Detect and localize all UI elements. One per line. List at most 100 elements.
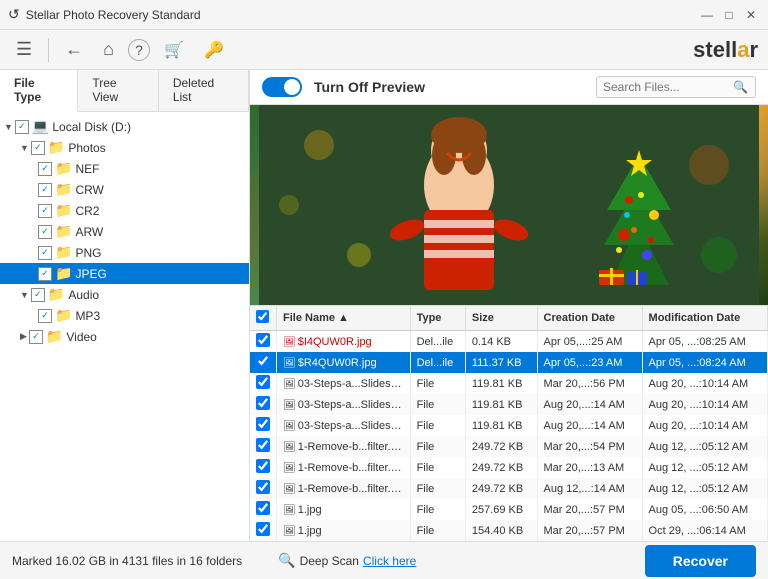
tree-item-crw[interactable]: 📁 CRW — [0, 179, 249, 200]
preview-toggle[interactable] — [262, 77, 302, 97]
row-checkbox[interactable] — [256, 396, 270, 410]
row-created: Aug 12,...:14 AM — [537, 478, 642, 499]
search-input[interactable] — [603, 80, 733, 94]
tree-item-photos[interactable]: ▼ 📁 Photos — [0, 137, 249, 158]
row-created: Aug 20,...:14 AM — [537, 415, 642, 436]
table-row[interactable]: 🖼1-Remove-b...filter.jpg File 249.72 KB … — [250, 436, 768, 457]
deep-scan-label: Deep Scan — [300, 554, 359, 568]
deep-scan-link[interactable]: Click here — [363, 554, 416, 568]
tree-checkbox[interactable] — [38, 267, 52, 281]
cart-button[interactable]: 🛒 — [158, 36, 190, 64]
row-filename: 🖼1.jpg — [277, 520, 411, 541]
row-checkbox[interactable] — [256, 438, 270, 452]
tree-item-cr2[interactable]: 📁 CR2 — [0, 200, 249, 221]
tree-item-label: JPEG — [75, 267, 106, 281]
row-checkbox-cell[interactable] — [250, 394, 277, 415]
close-button[interactable]: ✕ — [742, 6, 760, 24]
minimize-button[interactable]: — — [698, 6, 716, 24]
search-box[interactable]: 🔍 — [596, 76, 756, 98]
table-row[interactable]: 🖼$I4QUW0R.jpg Del...ile 0.14 KB Apr 05,.… — [250, 331, 768, 353]
tree-checkbox[interactable] — [38, 204, 52, 218]
tree-checkbox[interactable] — [15, 120, 29, 134]
table-row[interactable]: 🖼03-Steps-a...Slides.jpg File 119.81 KB … — [250, 394, 768, 415]
tree-checkbox[interactable] — [38, 162, 52, 176]
row-checkbox[interactable] — [256, 480, 270, 494]
file-icon: 🖼 — [283, 421, 296, 432]
tree-item-video[interactable]: ▶ 📁 Video — [0, 326, 249, 347]
row-checkbox-cell[interactable] — [250, 352, 277, 373]
status-text: Marked 16.02 GB in 4131 files in 16 fold… — [12, 554, 242, 568]
tree-checkbox[interactable] — [38, 246, 52, 260]
maximize-button[interactable]: □ — [720, 6, 738, 24]
tree-item-arw[interactable]: 📁 ARW — [0, 221, 249, 242]
row-filename: 🖼03-Steps-a...Slides.jpg — [277, 373, 411, 394]
tree-item-nef[interactable]: 📁 NEF — [0, 158, 249, 179]
tree-checkbox[interactable] — [38, 309, 52, 323]
help-button[interactable]: ? — [128, 39, 150, 61]
row-checkbox[interactable] — [256, 417, 270, 431]
tree-item-mp3[interactable]: 📁 MP3 — [0, 305, 249, 326]
row-checkbox-cell[interactable] — [250, 436, 277, 457]
table-row[interactable]: 🖼03-Steps-a...Slides.jpg File 119.81 KB … — [250, 415, 768, 436]
row-checkbox-cell[interactable] — [250, 373, 277, 394]
back-button[interactable]: ← — [59, 35, 89, 64]
folder-icon: 📁 — [55, 160, 72, 177]
row-checkbox-cell[interactable] — [250, 478, 277, 499]
row-filename: 🖼$I4QUW0R.jpg — [277, 331, 411, 353]
table-row[interactable]: 🖼03-Steps-a...Slides.jpg File 119.81 KB … — [250, 373, 768, 394]
tree-checkbox[interactable] — [29, 330, 43, 344]
row-checkbox[interactable] — [256, 459, 270, 473]
tree-checkbox[interactable] — [38, 183, 52, 197]
tree-checkbox[interactable] — [31, 288, 45, 302]
preview-image — [250, 105, 768, 305]
folder-icon: 📁 — [48, 139, 65, 156]
row-checkbox-cell[interactable] — [250, 520, 277, 541]
row-created: Mar 20,...:57 PM — [537, 499, 642, 520]
table-row[interactable]: 🖼1.jpg File 257.69 KB Mar 20,...:57 PM A… — [250, 499, 768, 520]
tree-checkbox[interactable] — [31, 141, 45, 155]
title-bar: ↺ Stellar Photo Recovery Standard — □ ✕ — [0, 0, 768, 30]
deep-scan: 🔍 Deep Scan Click here — [278, 552, 416, 569]
select-all-checkbox[interactable] — [256, 310, 269, 323]
th-creation: Creation Date — [537, 306, 642, 331]
table-row[interactable]: 🖼$R4QUW0R.jpg Del...ile 111.37 KB Apr 05… — [250, 352, 768, 373]
preview-area — [250, 105, 768, 305]
row-modified: Apr 05, ...:08:24 AM — [642, 352, 767, 373]
home-button[interactable]: ⌂ — [97, 35, 120, 64]
row-checkbox[interactable] — [256, 354, 270, 368]
row-checkbox[interactable] — [256, 375, 270, 389]
row-checkbox[interactable] — [256, 522, 270, 536]
row-checkbox-cell[interactable] — [250, 415, 277, 436]
row-created: Mar 20,...:13 AM — [537, 457, 642, 478]
file-icon: 🖼 — [283, 442, 296, 453]
search-icon-status: 🔍 — [278, 552, 295, 569]
tab-deleted-list[interactable]: Deleted List — [159, 70, 249, 111]
folder-icon: 📁 — [46, 328, 63, 345]
menu-button[interactable]: ☰ — [10, 35, 38, 64]
row-checkbox[interactable] — [256, 333, 270, 347]
tree-item-label: ARW — [75, 225, 103, 239]
key-button[interactable]: 🔑 — [198, 36, 230, 64]
tab-file-type[interactable]: File Type — [0, 70, 78, 112]
row-filename: 🖼1-Remove-b...filter.jpg — [277, 478, 411, 499]
main-layout: File Type Tree View Deleted List ▼ 💻 Loc… — [0, 70, 768, 541]
row-checkbox-cell[interactable] — [250, 457, 277, 478]
row-checkbox-cell[interactable] — [250, 331, 277, 353]
row-checkbox[interactable] — [256, 501, 270, 515]
tree-item-png[interactable]: 📁 PNG — [0, 242, 249, 263]
tree-item-jpeg[interactable]: 📁 JPEG — [0, 263, 249, 284]
table-row[interactable]: 🖼1-Remove-b...filter.jpg File 249.72 KB … — [250, 457, 768, 478]
th-filename: File Name ▲ — [277, 306, 411, 331]
row-size: 249.72 KB — [465, 436, 537, 457]
recover-button[interactable]: Recover — [645, 545, 756, 577]
row-type: File — [410, 499, 465, 520]
folder-icon: 📁 — [55, 265, 72, 282]
row-checkbox-cell[interactable] — [250, 499, 277, 520]
tree-checkbox[interactable] — [38, 225, 52, 239]
tab-tree-view[interactable]: Tree View — [78, 70, 159, 111]
file-icon: 🖼 — [283, 337, 296, 348]
tree-item-audio[interactable]: ▼ 📁 Audio — [0, 284, 249, 305]
table-row[interactable]: 🖼1-Remove-b...filter.jpg File 249.72 KB … — [250, 478, 768, 499]
tree-item-local-disk[interactable]: ▼ 💻 Local Disk (D:) — [0, 116, 249, 137]
table-row[interactable]: 🖼1.jpg File 154.40 KB Mar 20,...:57 PM O… — [250, 520, 768, 541]
